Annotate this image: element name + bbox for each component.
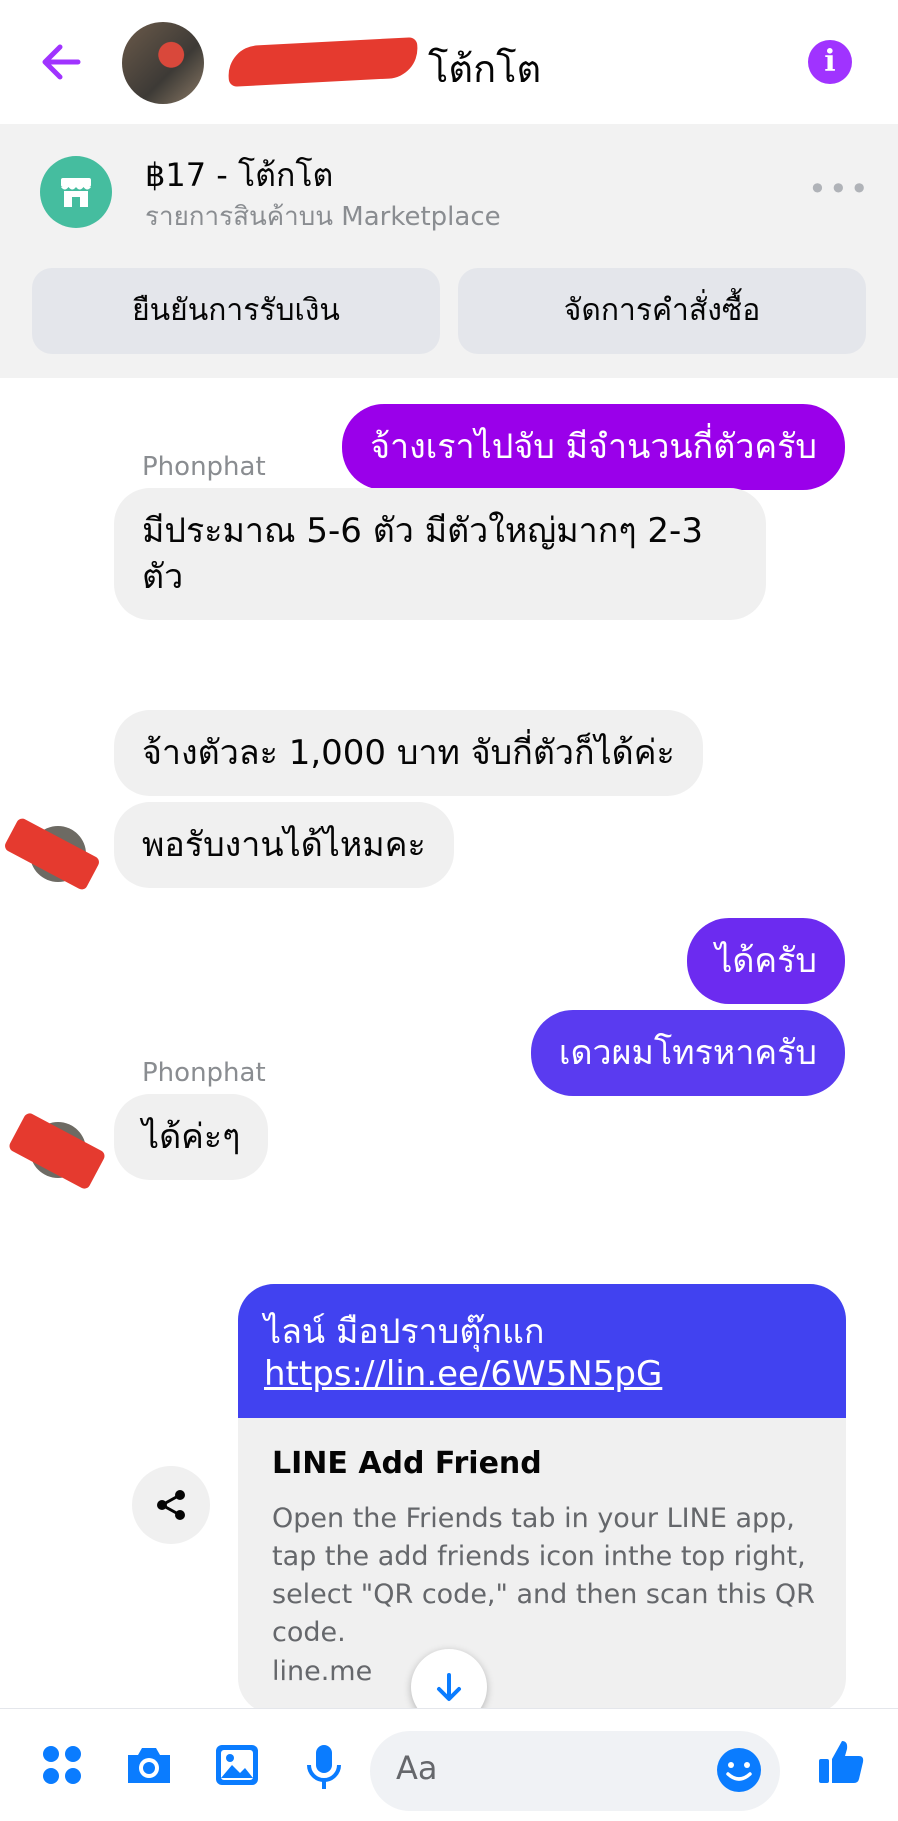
chat-header: โต้กโต i (0, 0, 898, 124)
message-bubble-in[interactable]: ได้ค่ะๆ (114, 1094, 269, 1180)
gallery-icon[interactable] (214, 1743, 260, 1787)
message-input-placeholder: Aa (396, 1749, 438, 1787)
store-icon (40, 156, 112, 228)
preview-description: Open the Friends tab in your LINE app, t… (272, 1503, 815, 1648)
message-line: ตัว (142, 557, 184, 597)
message-bubble-in[interactable]: พอรับงานได้ไหมคะ (114, 802, 454, 888)
message-bubble-out[interactable]: เดวผมโทรหาครับ (530, 1010, 845, 1096)
share-icon (157, 1490, 185, 1520)
listing-subtitle: รายการสินค้าบน Marketplace (145, 202, 501, 232)
camera-icon[interactable] (124, 1743, 174, 1787)
message-bubble-out[interactable]: ได้ครับ (687, 918, 845, 1004)
info-icon[interactable]: i (808, 40, 852, 84)
preview-title: LINE Add Friend (272, 1446, 542, 1481)
message-bubble-in[interactable]: มีประมาณ 5-6 ตัว มีตัวใหญ่มากๆ 2-3 ตัว (114, 488, 766, 620)
link-preview-card[interactable]: ไลน์ มือปราบตุ๊กแก https://lin.ee/6W5N5p… (238, 1284, 846, 1708)
link-message: ไลน์ มือปราบตุ๊กแก https://lin.ee/6W5N5p… (238, 1284, 846, 1418)
microphone-icon[interactable] (304, 1743, 344, 1791)
thumbs-up-icon[interactable] (816, 1737, 866, 1787)
preview-domain: line.me (272, 1656, 373, 1687)
message-bubble-out[interactable]: จ้างเราไปจับ มีจำนวนกี่ตัวครับ (342, 404, 845, 490)
share-button[interactable] (132, 1466, 210, 1544)
apps-menu-icon[interactable] (40, 1743, 84, 1787)
listing-title[interactable]: ฿17 - โต้กโต (145, 150, 333, 201)
arrow-down-icon (437, 1673, 461, 1701)
link-message-text: ไลน์ มือปราบตุ๊กแก (264, 1312, 545, 1352)
back-button[interactable] (36, 36, 88, 88)
emoji-icon[interactable] (716, 1747, 762, 1793)
composer-bar: Aa (0, 1708, 898, 1821)
confirm-payment-button[interactable]: ยืนยันการรับเงิน (32, 268, 440, 354)
message-bubble-in[interactable]: จ้างตัวละ 1,000 บาท จับกี่ตัวก็ได้ค่ะ (114, 710, 703, 796)
message-input[interactable]: Aa (370, 1731, 780, 1811)
arrow-left-icon (42, 44, 81, 80)
manage-order-button[interactable]: จัดการคำสั่งซื้อ (458, 268, 866, 354)
message-line: มีประมาณ 5-6 ตัว มีตัวใหญ่มากๆ 2-3 (142, 511, 703, 551)
message-list: จ้างเราไปจับ มีจำนวนกี่ตัวครับ Phonphat … (0, 378, 898, 1708)
marketplace-banner: ฿17 - โต้กโต รายการสินค้าบน Marketplace … (0, 124, 898, 378)
sender-name: Phonphat (142, 1058, 266, 1088)
more-options-icon[interactable]: ••• (808, 170, 871, 208)
contact-avatar[interactable] (122, 22, 204, 104)
sender-name: Phonphat (142, 452, 266, 482)
contact-name[interactable]: โต้กโต (428, 38, 541, 99)
link-url[interactable]: https://lin.ee/6W5N5pG (264, 1354, 662, 1394)
redacted-name (227, 37, 419, 87)
